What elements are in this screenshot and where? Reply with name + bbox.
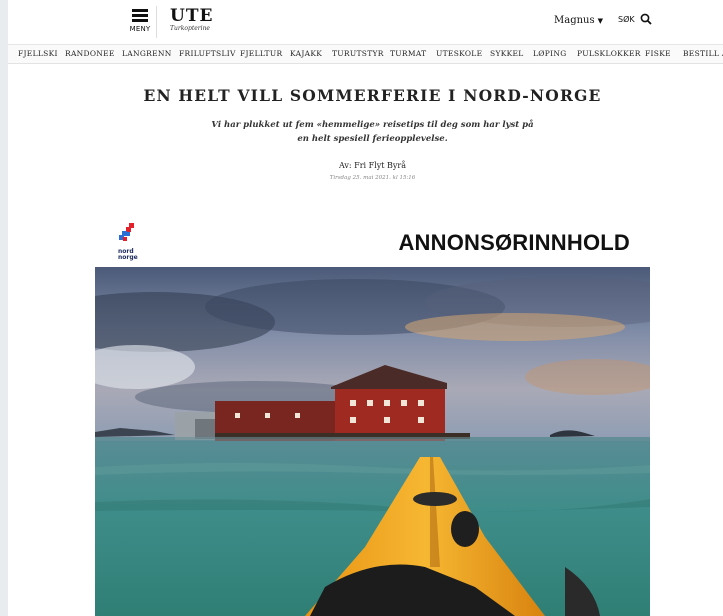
nav-item-pulsklokker[interactable]: PULSKLOKKER bbox=[577, 49, 641, 58]
advertiser-logo[interactable]: nord norge bbox=[117, 223, 147, 263]
browser-page: MENY UTE Turkopterine Magnus ▼ SØK FJELLS… bbox=[8, 0, 723, 616]
logo-subtitle: Turkopterine bbox=[170, 25, 210, 32]
user-menu[interactable]: Magnus ▼ bbox=[554, 15, 603, 26]
user-name: Magnus bbox=[554, 15, 595, 26]
nav-item-friluftsliv[interactable]: FRILUFTSLIV bbox=[179, 49, 236, 58]
logo-text-norge: norge bbox=[118, 254, 138, 261]
nav-item-loping[interactable]: LØPING bbox=[533, 49, 567, 58]
advertiser-logo-text: nord norge bbox=[118, 249, 138, 261]
nav-item-fjelltur[interactable]: FJELLTUR bbox=[240, 49, 282, 58]
article-byline[interactable]: Av: Fri Flyt Byrå bbox=[95, 161, 650, 170]
nav-item-sykkel[interactable]: SYKKEL bbox=[490, 49, 524, 58]
nav-item-fiske[interactable]: FISKE bbox=[645, 49, 671, 58]
logo-title: UTE bbox=[170, 6, 214, 26]
hero-image bbox=[95, 267, 650, 616]
hamburger-icon bbox=[132, 9, 148, 12]
article: EN HELT VILL SOMMERFERIE I NORD-NORGE Vi… bbox=[95, 64, 650, 616]
article-headline: EN HELT VILL SOMMERFERIE I NORD-NORGE bbox=[143, 86, 602, 105]
site-logo[interactable]: UTE Turkopterine bbox=[170, 7, 213, 32]
site-header: MENY UTE Turkopterine Magnus ▼ SØK bbox=[8, 0, 723, 45]
article-lead: Vi har plukket ut fem «hemmelige» reiset… bbox=[211, 120, 534, 144]
sponsored-content-label: ANNONSØRINNHOLD bbox=[398, 230, 630, 255]
caret-down-icon: ▼ bbox=[597, 17, 604, 25]
menu-button[interactable]: MENY bbox=[126, 7, 154, 37]
search-label: SØK bbox=[618, 14, 635, 24]
article-date: Tirsdag 25. mai 2021. kl 15:16 bbox=[329, 175, 416, 181]
nav-item-randonee[interactable]: RANDONEE bbox=[65, 49, 115, 58]
nav-item-langrenn[interactable]: LANGRENN bbox=[122, 49, 172, 58]
search-icon bbox=[640, 13, 652, 25]
nav-item-bestill-abo[interactable]: BESTILL ABO bbox=[683, 49, 723, 58]
nav-item-uteskole[interactable]: UTESKOLE bbox=[436, 49, 482, 58]
hamburger-icon-bar bbox=[132, 19, 148, 22]
nord-norge-logo-icon bbox=[119, 223, 134, 241]
category-nav: FJELLSKI RANDONEE LANGRENN FRILUFTSLIV F… bbox=[8, 45, 723, 64]
search-button[interactable]: SØK bbox=[618, 13, 652, 25]
hamburger-icon-bar bbox=[132, 14, 148, 17]
nav-item-turutstyr[interactable]: TURUTSTYR bbox=[332, 49, 384, 58]
menu-label: MENY bbox=[129, 25, 151, 33]
nav-item-fjellski[interactable]: FJELLSKI bbox=[18, 49, 58, 58]
nav-item-turmat[interactable]: TURMAT bbox=[390, 49, 426, 58]
header-divider bbox=[156, 6, 157, 38]
nav-item-kajakk[interactable]: KAJAKK bbox=[290, 49, 322, 58]
